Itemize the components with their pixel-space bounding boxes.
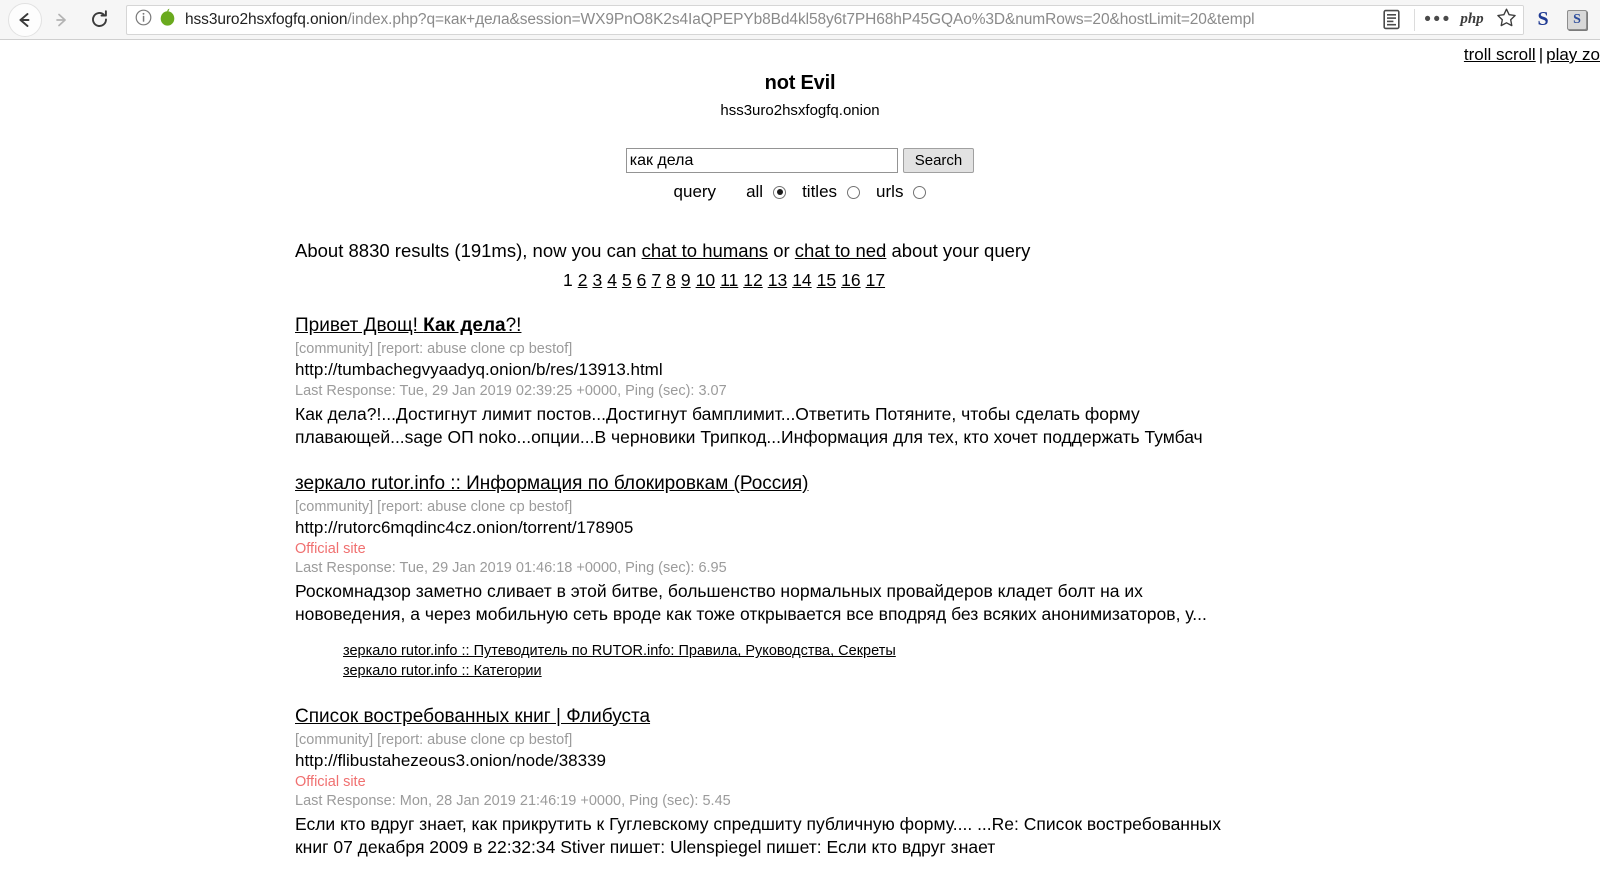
search-area: Search query all titles urls [0,148,1600,202]
result-title-tail: ?! [505,315,522,336]
result-title-plain: Привет Двощ! [295,315,424,336]
link-separator: | [1538,45,1544,64]
result-url[interactable]: http://flibustahezeous3.onion/node/38339 [295,751,1600,771]
result-title-line: Список востребованных книг | Флибуста [295,706,1600,728]
result-response-info: Last Response: Tue, 29 Jan 2019 01:46:18… [295,560,727,577]
result-snippet: Как дела?!...Достигнут лимит постов...До… [295,404,1203,448]
scope-radio-titles[interactable] [847,185,861,199]
pagination-page[interactable]: 11 [720,270,738,290]
pagination: 1 2 3 4 5 6 7 8 9 10 11 12 13 14 15 16 17 [295,270,1600,291]
pagination-page[interactable]: 12 [743,270,762,290]
top-right-links: troll scroll | play zo [1464,45,1600,65]
result-response-info: Last Response: Tue, 29 Jan 2019 02:39:25… [295,383,727,399]
info-circle-icon[interactable] [135,9,152,31]
pagination-current-page: 1 [563,270,573,290]
page-content: troll scroll | play zo not Evil hss3uro2hs… [0,40,1600,869]
scope-radio-urls[interactable] [913,185,927,199]
php-icon: php [1460,11,1484,27]
pagination-page[interactable]: 8 [666,270,676,290]
result-title-highlight: Как дела [423,315,506,336]
pagination-page[interactable]: 9 [681,270,691,290]
results-summary: About 8830 results (191ms), now you can … [295,240,1600,262]
result-title-link[interactable]: зеркало rutor.info :: Информация по блок… [295,473,809,494]
back-arrow-icon [15,10,35,30]
extension-s-button[interactable]: S [1526,5,1560,35]
results-summary-suffix: about your query [886,240,1031,261]
pagination-page[interactable]: 5 [622,270,632,290]
result-sublink[interactable]: зеркало rutor.info :: Путеводитель по RU… [343,642,1600,662]
pagination-page[interactable]: 13 [768,270,787,290]
result-title-line: зеркало rutor.info :: Информация по блок… [295,473,1600,495]
scope-label: query [673,182,717,201]
pagination-page[interactable]: 16 [841,270,860,290]
search-result-item: Привет Двощ! Как дела?! [community] [rep… [295,315,1600,449]
result-tags[interactable]: [community] [report: abuse clone cp best… [295,499,1600,515]
result-title-line: Привет Двощ! Как дела?! [295,315,1600,337]
chat-to-humans-link[interactable]: chat to humans [642,240,769,261]
search-input[interactable] [625,148,898,173]
results-summary-middle: or [768,240,795,261]
address-bar-actions: ••• php [1364,5,1523,34]
official-site-badge: Official site [295,773,366,790]
search-button[interactable]: Search [902,148,975,173]
result-tags[interactable]: [community] [report: abuse clone cp best… [295,341,1600,357]
official-site-badge: Official site [295,541,366,558]
search-row: Search [625,148,975,173]
scope-option-urls-label: urls [876,182,904,201]
url-host: hss3uro2hsxfogfq.onion [185,10,348,28]
php-extension-button[interactable]: php [1455,6,1489,34]
url-path: /index.php?q=как+дела&session=WX9PnO8K2s… [347,10,1255,28]
result-url[interactable]: http://tumbachegvyaadyq.onion/b/res/1391… [295,360,1600,380]
reader-view-icon[interactable] [1374,6,1408,34]
pagination-page[interactable]: 14 [792,270,811,290]
extension-s2-button[interactable]: S [1560,5,1594,35]
pagination-page[interactable]: 10 [696,270,715,290]
scope-radio-all[interactable] [773,185,787,199]
result-sublinks: зеркало rutor.info :: Путеводитель по RU… [295,642,1600,681]
chat-to-ned-link[interactable]: chat to ned [795,240,887,261]
pagination-page[interactable]: 4 [607,270,617,290]
pagination-page[interactable]: 7 [651,270,661,290]
tor-onion-icon [159,8,176,32]
scope-option-all-label: all [746,182,764,201]
forward-arrow-icon [51,10,71,30]
toolbar-divider [1414,8,1415,31]
scope-option-titles-label: titles [802,182,838,201]
result-sublink[interactable]: зеркало rutor.info :: Категории [343,662,1600,682]
page-actions-menu-button[interactable]: ••• [1421,6,1455,34]
pagination-page[interactable]: 15 [817,270,836,290]
search-result-item: зеркало rutor.info :: Информация по блок… [295,473,1600,681]
pagination-page[interactable]: 17 [866,270,885,290]
search-result-item: Список востребованных книг | Флибуста [c… [295,706,1600,859]
extension-s-icon: S [1537,8,1549,30]
result-response-info: Last Response: Mon, 28 Jan 2019 21:46:19… [295,792,731,809]
star-bookmark-icon [1496,7,1517,33]
browser-toolbar: hss3uro2hsxfogfq.onion/index.php?q=как+д… [0,0,1600,40]
result-snippet: Роскомнадзор заметно сливает в этой битв… [295,581,1207,625]
bookmark-button[interactable] [1489,6,1523,34]
reload-button[interactable] [80,1,118,39]
pagination-page[interactable]: 2 [578,270,588,290]
reload-icon [89,9,110,30]
ellipsis-icon: ••• [1424,9,1452,30]
troll-scroll-link[interactable]: troll scroll [1464,45,1536,64]
address-bar[interactable]: hss3uro2hsxfogfq.onion/index.php?q=как+д… [126,4,1524,35]
site-domain: hss3uro2hsxfogfq.onion [720,102,880,119]
result-tags[interactable]: [community] [report: abuse clone cp best… [295,732,1600,748]
page-title: not Evil [764,72,836,94]
results-summary-prefix: About 8830 results (191ms), now you can [295,240,642,261]
pagination-page[interactable]: 6 [637,270,647,290]
url-text: hss3uro2hsxfogfq.onion/index.php?q=как+д… [185,6,1519,34]
extension-s2-icon: S [1567,9,1587,30]
result-snippet: Если кто вдруг знает, как прикрутить к Г… [295,813,1221,857]
play-zone-link[interactable]: play zo [1546,45,1600,64]
result-url[interactable]: http://rutorc6mqdinc4cz.onion/torrent/17… [295,518,1600,538]
back-button[interactable] [8,2,42,37]
forward-button[interactable] [42,1,80,39]
search-scope-options: query all titles urls [0,182,1600,202]
pagination-page[interactable]: 3 [592,270,602,290]
result-title-link[interactable]: Список востребованных книг | Флибуста [295,706,650,727]
result-title-link[interactable]: Привет Двощ! Как дела?! [295,315,521,336]
results-container: About 8830 results (191ms), now you can … [0,240,1600,859]
